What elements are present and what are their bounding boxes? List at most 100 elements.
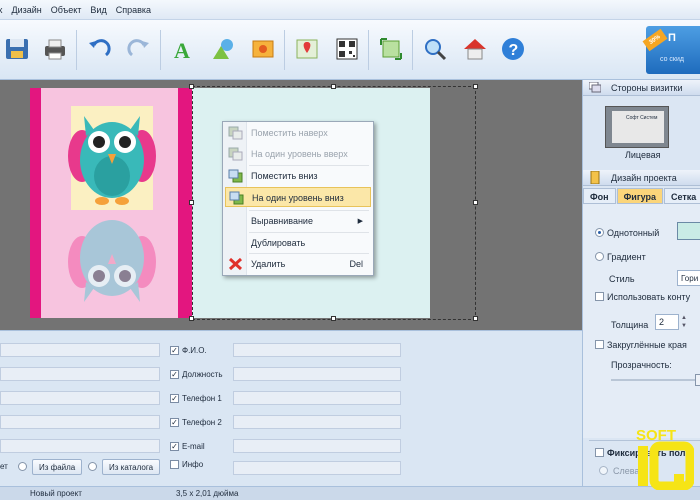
card-text-form: ✓ Ф.И.О. ✓ Должность ✓ Телефон 1 ✓ Телеф… <box>0 330 582 486</box>
text-input[interactable] <box>0 415 160 429</box>
fit-to-screen-icon[interactable] <box>378 36 404 62</box>
bring-forward-icon <box>228 147 243 161</box>
menu-design[interactable]: Дизайн <box>12 5 42 15</box>
rounded-corners-checkbox[interactable] <box>595 340 604 349</box>
resize-handle[interactable] <box>189 84 194 89</box>
text-input[interactable] <box>0 391 160 405</box>
style-select[interactable]: Гори <box>677 270 700 286</box>
fio-checkbox[interactable]: ✓ <box>170 346 179 355</box>
menu-item-bring-to-front[interactable]: Поместить наверх <box>225 123 371 143</box>
resize-handle[interactable] <box>473 316 478 321</box>
resize-handle[interactable] <box>189 200 194 205</box>
phone2-checkbox[interactable]: ✓ <box>170 418 179 427</box>
owl-illustration[interactable] <box>68 102 156 314</box>
preview-zoom-icon[interactable] <box>422 36 448 62</box>
resize-handle[interactable] <box>331 84 336 89</box>
resize-handle[interactable] <box>331 316 336 321</box>
phone1-field[interactable] <box>233 391 401 405</box>
thumbnail-text: Софт Систем <box>626 115 658 121</box>
resize-handle[interactable] <box>473 84 478 89</box>
opacity-label: Прозрачность: <box>611 360 672 370</box>
qr-code-icon[interactable] <box>334 36 360 62</box>
email-checkbox[interactable]: ✓ <box>170 442 179 451</box>
card-size: 3,5 x 2,01 дюйма <box>176 489 239 498</box>
promo-banner[interactable]: 30% П со скид <box>642 26 700 74</box>
menu-item-delete[interactable]: Удалить Del <box>225 254 371 274</box>
opacity-ticks <box>611 391 700 393</box>
phone2-field[interactable] <box>233 415 401 429</box>
add-text-icon[interactable]: A <box>170 36 196 62</box>
menu-item-bring-forward[interactable]: На один уровень вверх <box>225 144 371 164</box>
thickness-label: Толщина <box>611 320 649 330</box>
photo-option-label: ет <box>0 462 8 471</box>
design-title: Дизайн проекта <box>611 173 677 183</box>
help-icon[interactable]: ? <box>500 36 526 62</box>
save-icon[interactable] <box>4 36 30 62</box>
menu-item-duplicate[interactable]: Дублировать <box>225 233 371 253</box>
opacity-slider-thumb[interactable] <box>695 374 700 386</box>
photo-source-radio[interactable] <box>18 462 27 471</box>
phone1-label: Телефон 1 <box>182 394 222 403</box>
use-outline-label: Использовать конту <box>607 292 691 302</box>
toolbar-separator <box>412 30 413 70</box>
position-field[interactable] <box>233 367 401 381</box>
opacity-slider-track[interactable] <box>611 379 700 381</box>
home-icon[interactable] <box>462 36 488 62</box>
add-shape-icon[interactable] <box>210 36 236 62</box>
tab-background[interactable]: Фон <box>583 188 616 204</box>
menu-file[interactable]: х <box>0 5 3 15</box>
front-side-thumbnail[interactable]: Софт Систем <box>605 106 669 148</box>
toolbar-separator <box>160 30 161 70</box>
from-file-button[interactable]: Из файла <box>32 459 83 475</box>
text-input[interactable] <box>0 439 160 453</box>
shape-settings: Однотонный Градиент Стиль Гори Использов… <box>583 204 700 476</box>
thickness-input[interactable]: 2 <box>655 314 679 330</box>
phone2-label: Телефон 2 <box>182 418 222 427</box>
text-input[interactable] <box>0 367 160 381</box>
info-checkbox[interactable] <box>170 460 179 469</box>
undo-icon[interactable] <box>86 36 112 62</box>
align-left-radio[interactable] <box>599 466 608 475</box>
email-label: E-mail <box>182 442 205 451</box>
softlq-watermark-logo: SOFT <box>636 427 694 490</box>
redo-icon[interactable] <box>126 36 152 62</box>
menu-item-align[interactable]: Выравнивание ▶ <box>225 211 371 231</box>
fill-color-swatch[interactable] <box>677 222 700 240</box>
email-field[interactable] <box>233 439 401 453</box>
rounded-corners-label: Закруглённые края <box>607 340 687 350</box>
from-catalog-button[interactable]: Из каталога <box>102 459 161 475</box>
resize-handle[interactable] <box>473 200 478 205</box>
info-field[interactable] <box>233 461 401 475</box>
toolbar: A ? 30% П со скид <box>0 20 700 80</box>
text-input[interactable] <box>0 343 160 357</box>
menu-help[interactable]: Справка <box>116 5 151 15</box>
menu-item-send-backward[interactable]: На один уровень вниз <box>225 187 371 207</box>
phone1-checkbox[interactable]: ✓ <box>170 394 179 403</box>
tab-grid[interactable]: Сетка <box>663 188 700 204</box>
menu-shortcut: Del <box>349 259 363 269</box>
position-checkbox[interactable]: ✓ <box>170 370 179 379</box>
map-icon[interactable] <box>294 36 320 62</box>
menu-bar: х Дизайн Объект Вид Справка <box>0 0 700 20</box>
menu-view[interactable]: Вид <box>90 5 106 15</box>
print-icon[interactable] <box>42 36 68 62</box>
add-image-icon[interactable] <box>250 36 276 62</box>
menu-item-send-to-back[interactable]: Поместить вниз <box>225 166 371 186</box>
gradient-fill-radio[interactable] <box>595 252 604 261</box>
fio-field[interactable] <box>233 343 401 357</box>
toolbar-separator <box>368 30 369 70</box>
catalog-source-radio[interactable] <box>88 462 97 471</box>
fix-position-checkbox[interactable] <box>595 448 604 457</box>
card-pink-panel[interactable] <box>30 88 192 318</box>
solid-fill-radio[interactable] <box>595 228 604 237</box>
resize-handle[interactable] <box>189 316 194 321</box>
tab-shape[interactable]: Фигура <box>616 188 663 204</box>
discount-badge: 30% <box>642 28 668 52</box>
info-label: Инфо <box>182 460 204 469</box>
svg-text:A: A <box>174 38 190 62</box>
thickness-stepper[interactable]: ▲ ▼ <box>681 314 687 330</box>
menu-item-label: Поместить наверх <box>251 128 328 138</box>
menu-object[interactable]: Объект <box>51 5 82 15</box>
sides-header: Стороны визитки <box>583 80 700 96</box>
use-outline-checkbox[interactable] <box>595 292 604 301</box>
